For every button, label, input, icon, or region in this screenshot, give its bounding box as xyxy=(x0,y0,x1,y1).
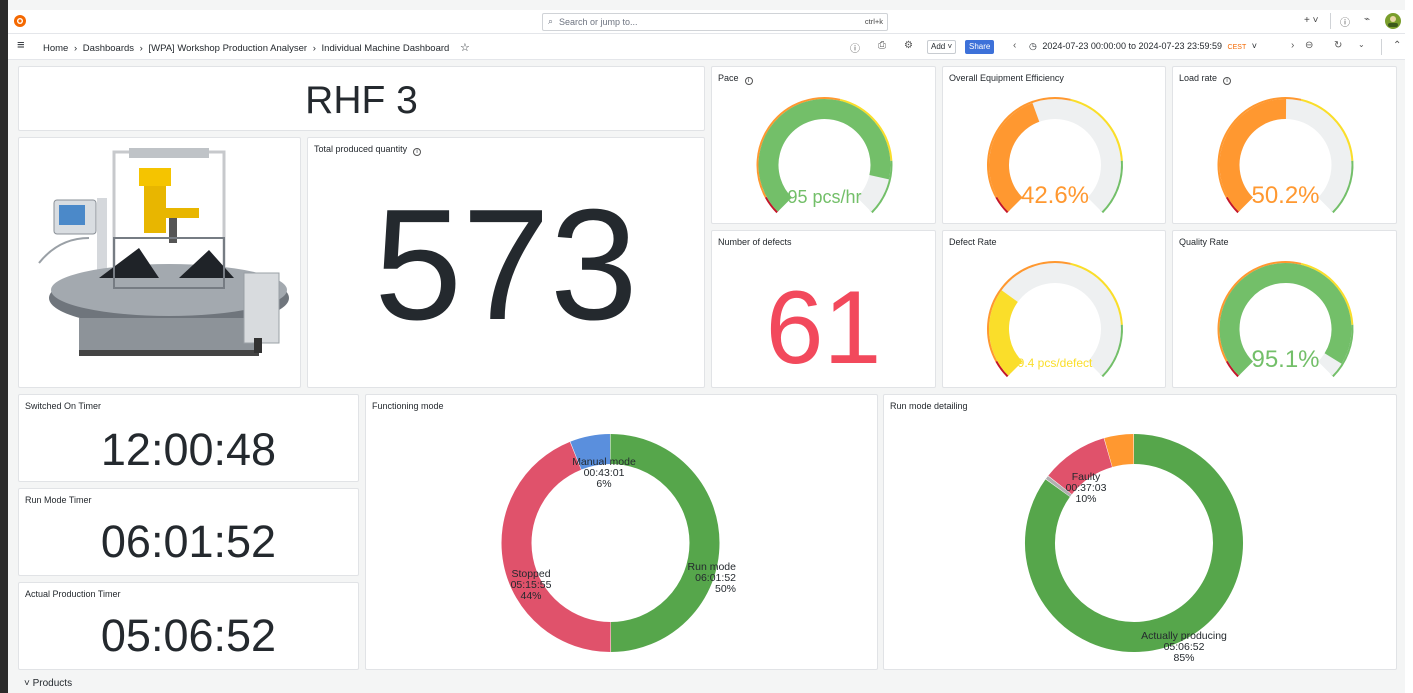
panel-title: Number of defects xyxy=(718,237,792,247)
panel-title-text: Total produced quantity xyxy=(314,144,408,154)
search-shortcut: ctrl+k xyxy=(864,17,883,26)
divider xyxy=(1381,39,1382,55)
info-icon[interactable]: i xyxy=(413,148,422,156)
time-forward-icon[interactable]: › xyxy=(1291,40,1294,51)
breadcrumb-dashboards[interactable]: Dashboards xyxy=(83,43,134,54)
breadcrumb-separator: › xyxy=(139,43,143,54)
functioning-mode-donut: Run mode06:01:5250%Stopped05:15:5544%Man… xyxy=(501,434,736,652)
donut-slice xyxy=(1045,476,1072,497)
news-rss-icon[interactable]: ⌁ xyxy=(1364,14,1370,25)
panel-title: Actual Production Timer xyxy=(25,589,121,599)
donut-slice-label: 6% xyxy=(596,478,611,490)
search-input[interactable]: ⌕ Search or jump to... ctrl+k xyxy=(542,13,888,31)
load-rate-gauge: 50.2% xyxy=(1217,97,1354,214)
machine-image-panel xyxy=(18,137,301,388)
refresh-icon[interactable]: ↻ xyxy=(1334,40,1342,51)
defect-rate-gauge: 9.4 pcs/defect xyxy=(987,261,1123,378)
search-placeholder: Search or jump to... xyxy=(559,17,638,27)
time-back-icon[interactable]: ‹ xyxy=(1013,40,1016,51)
breadcrumb-separator: › xyxy=(73,43,78,54)
pace-gauge: 95 pcs/hr xyxy=(756,97,893,214)
donut-slice-label: 10% xyxy=(1075,493,1096,505)
switched-on-value: 12:00:48 xyxy=(100,424,277,475)
defects-panel: Number of defects 61 xyxy=(711,230,936,388)
panel-title: Total produced quantity i xyxy=(314,144,422,156)
run-mode-timer-panel: Run Mode Timer 06:01:52 xyxy=(18,488,359,576)
panel-title: Run Mode Timer xyxy=(25,495,92,505)
refresh-interval-chevron-icon[interactable]: ⌄ xyxy=(1358,40,1365,49)
search-icon: ⌕ xyxy=(548,16,554,26)
quality-rate-gauge: 95.1% xyxy=(1217,261,1354,378)
divider xyxy=(1330,13,1331,29)
pace-panel: Pace i 95 pcs/hr xyxy=(711,66,936,224)
machine-photo xyxy=(38,148,289,356)
user-avatar[interactable] xyxy=(1384,12,1402,30)
menu-icon[interactable]: ≡ xyxy=(17,38,25,51)
star-icon[interactable]: ☆ xyxy=(460,42,470,54)
oee-gauge: 42.6% xyxy=(987,97,1123,214)
actual-production-value: 05:06:52 xyxy=(100,610,277,661)
breadcrumb-separator: › xyxy=(312,43,316,54)
defect-rate-panel: Defect Rate 9.4 pcs/defect xyxy=(942,230,1166,388)
new-menu-button[interactable]: + ˅ xyxy=(1304,15,1318,26)
total-quantity-value: 573 xyxy=(374,177,638,353)
top-bar: ⌕ Search or jump to... ctrl+k + ˅ ⓘ ⌁ xyxy=(8,10,1405,34)
machine-name: RHF 3 xyxy=(305,79,418,122)
gauge-value-label: 95.1% xyxy=(1251,346,1319,373)
breadcrumb: Home › Dashboards › [WPA] Workshop Produ… xyxy=(43,41,470,54)
breadcrumb-current: Individual Machine Dashboard xyxy=(321,43,450,54)
switched-on-timer-panel: Switched On Timer 12:00:48 xyxy=(18,394,359,482)
donut-slice-label: 85% xyxy=(1173,652,1194,664)
help-icon[interactable]: ⓘ xyxy=(1340,14,1350,29)
gauge-value-label: 95 pcs/hr xyxy=(787,187,861,207)
products-row-toggle[interactable]: ˅ Products xyxy=(24,678,72,689)
load-rate-panel: Load rate i 50.2% xyxy=(1172,66,1397,224)
donut-slice-label: 44% xyxy=(520,590,541,602)
donut-slice xyxy=(1104,434,1135,468)
timezone-label: CEST xyxy=(1227,44,1247,51)
clock-icon: ◷ xyxy=(1029,41,1037,51)
actual-production-timer-panel: Actual Production Timer 05:06:52 xyxy=(18,582,359,670)
grafana-logo-icon[interactable] xyxy=(12,13,28,29)
donut-slice-label: 50% xyxy=(715,583,736,595)
run-mode-detail-donut: Actually producing05:06:5285%Faulty00:37… xyxy=(1025,434,1243,664)
donut-slice xyxy=(570,434,611,470)
add-button[interactable]: Add ˅ xyxy=(927,40,957,54)
donut-slice xyxy=(610,434,720,652)
breadcrumb-home[interactable]: Home xyxy=(43,43,68,54)
chevron-down-icon: ˅ xyxy=(1251,41,1257,51)
defects-value: 61 xyxy=(765,270,882,386)
quality-rate-panel: Quality Rate 95.1% xyxy=(1172,230,1397,388)
share-button[interactable]: Share xyxy=(965,40,995,54)
zoom-out-icon[interactable]: ⊖ xyxy=(1305,40,1313,51)
run-mode-value: 06:01:52 xyxy=(100,516,277,567)
total-quantity-panel: Total produced quantity i 573 xyxy=(307,137,705,388)
dashboard-insights-icon[interactable]: ⓘ xyxy=(850,40,860,55)
machine-name-panel: RHF 3 xyxy=(18,66,705,131)
time-range-text: 2024-07-23 00:00:00 to 2024-07-23 23:59:… xyxy=(1042,41,1223,51)
run-mode-detail-panel: Run mode detailing Actually producing 05:… xyxy=(883,394,1397,670)
functioning-mode-panel: Functioning mode Run mode 06:01:52 50% Stop… xyxy=(365,394,878,670)
time-range-picker[interactable]: ◷ 2024-07-23 00:00:00 to 2024-07-23 23:5… xyxy=(1029,41,1257,52)
breadcrumb-bar: ≡ Home › Dashboards › [WPA] Workshop Pro… xyxy=(8,34,1405,60)
oee-panel: Overall Equipment Efficiency 42.6% xyxy=(942,66,1166,224)
settings-gear-icon[interactable]: ⚙ xyxy=(904,40,913,51)
gauge-value-label: 9.4 pcs/defect xyxy=(1018,356,1093,370)
gauge-value-label: 42.6% xyxy=(1021,182,1089,209)
gauge-value-arc xyxy=(989,290,1023,376)
gauge-value-label: 50.2% xyxy=(1251,182,1319,209)
save-icon[interactable]: ⎙ xyxy=(878,40,886,51)
window-left-edge xyxy=(0,0,8,693)
panel-title: Switched On Timer xyxy=(25,401,102,411)
collapse-chevron-up-icon[interactable]: ⌃ xyxy=(1393,40,1401,51)
breadcrumb-folder[interactable]: [WPA] Workshop Production Analyser xyxy=(148,43,307,54)
window-right-edge xyxy=(1405,0,1413,693)
